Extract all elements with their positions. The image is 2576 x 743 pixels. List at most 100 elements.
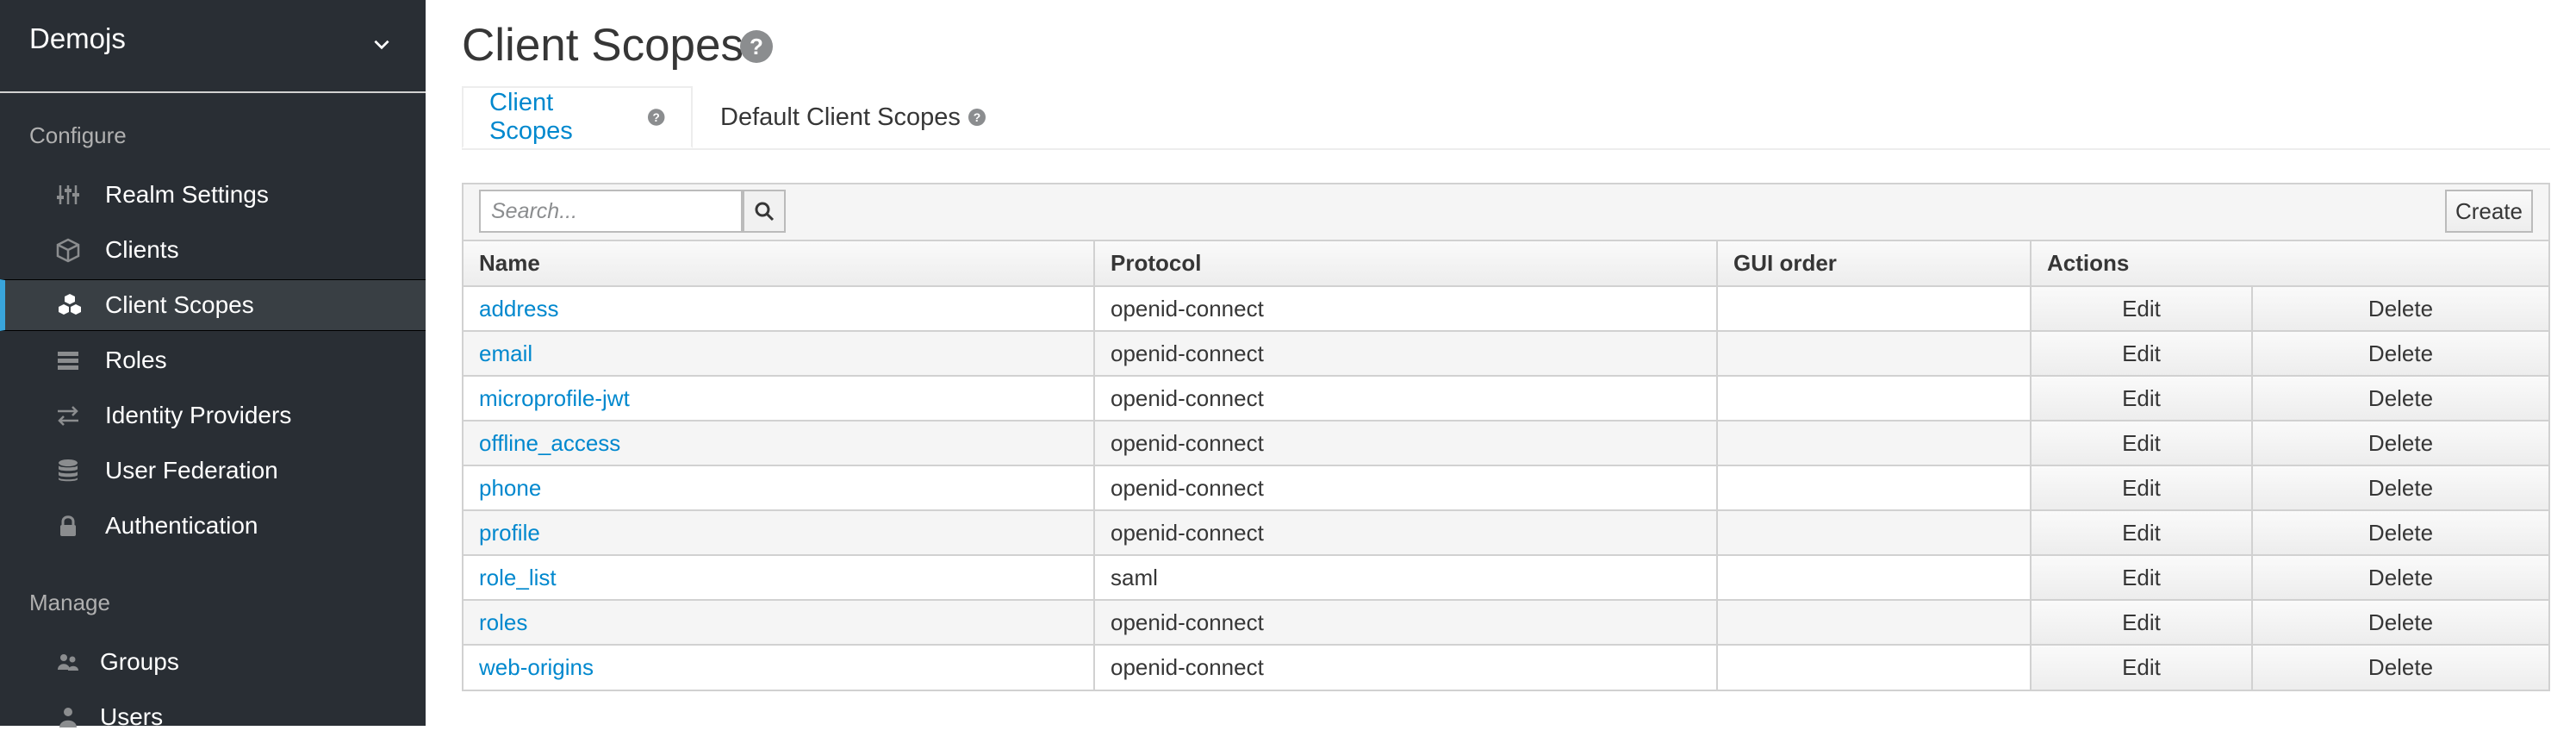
sidebar-item-label: User Federation (105, 457, 278, 484)
gui-order-cell (1716, 330, 2032, 377)
user-icon (59, 708, 77, 727)
tab-default-client-scopes[interactable]: Default Client Scopes ? (694, 86, 1012, 148)
gui-order-cell (1716, 420, 2032, 466)
sidebar-item-label: Realm Settings (105, 181, 269, 208)
edit-button[interactable]: Edit (2030, 465, 2253, 511)
configure-section-title: Configure (29, 122, 127, 148)
protocol-cell: openid-connect (1093, 285, 1718, 332)
sidebar-item-realm-settings[interactable]: Realm Settings (0, 169, 426, 221)
delete-button[interactable]: Delete (2251, 599, 2548, 646)
table-row: email openid-connect Edit Delete (464, 330, 2548, 377)
edit-button[interactable]: Edit (2030, 375, 2253, 421)
edit-button[interactable]: Edit (2030, 420, 2253, 466)
gui-order-cell (1716, 554, 2032, 601)
sidebar-item-identity-providers[interactable]: Identity Providers (0, 390, 426, 441)
edit-button[interactable]: Edit (2030, 644, 2253, 690)
gui-order-cell (1716, 375, 2032, 421)
list-icon (58, 352, 78, 370)
data-table: Name Protocol GUI order Actions address … (464, 241, 2548, 690)
table-row: address openid-connect Edit Delete (464, 285, 2548, 332)
client-scope-link[interactable]: email (479, 340, 532, 366)
gui-order-cell (1716, 644, 2032, 690)
table-row: phone openid-connect Edit Delete (464, 465, 2548, 511)
search-icon (755, 202, 775, 222)
edit-button[interactable]: Edit (2030, 554, 2253, 601)
sidebar-item-authentication[interactable]: Authentication (0, 500, 426, 552)
delete-button[interactable]: Delete (2251, 644, 2548, 690)
client-scope-link[interactable]: role_list (479, 565, 557, 590)
tab-label: Client Scopes (489, 89, 573, 145)
table-row: profile openid-connect Edit Delete (464, 509, 2548, 556)
create-button[interactable]: Create (2444, 190, 2533, 233)
protocol-cell: openid-connect (1093, 509, 1718, 556)
client-scope-link[interactable]: address (479, 296, 559, 322)
sidebar-item-label: Users (100, 703, 164, 730)
table-row: role_list saml Edit Delete (464, 554, 2548, 601)
sidebar-item-label: Roles (105, 347, 167, 373)
delete-button[interactable]: Delete (2251, 465, 2548, 511)
edit-button[interactable]: Edit (2030, 599, 2253, 646)
delete-button[interactable]: Delete (2251, 330, 2548, 377)
client-scope-link[interactable]: web-origins (479, 654, 594, 680)
delete-button[interactable]: Delete (2251, 375, 2548, 421)
chevron-down-icon (374, 40, 389, 50)
sidebar-item-label: Authentication (105, 512, 258, 539)
sidebar-item-label: Identity Providers (105, 402, 292, 428)
sidebar-item-clients[interactable]: Clients (0, 224, 426, 276)
svg-text:?: ? (974, 110, 981, 124)
tab-label: Default Client Scopes (720, 103, 961, 131)
tabs: Client Scopes ? Default Client Scopes ? (462, 86, 2550, 150)
sidebar-item-users[interactable]: Users (0, 691, 426, 743)
manage-section-title: Manage (29, 590, 110, 615)
gui-order-cell (1716, 509, 2032, 556)
delete-button[interactable]: Delete (2251, 285, 2548, 332)
sidebar-item-groups[interactable]: Groups (0, 636, 426, 688)
gui-order-cell (1716, 465, 2032, 511)
client-scopes-table: Create Name Protocol GUI order Actions a… (462, 183, 2550, 691)
search-input[interactable] (479, 190, 743, 233)
svg-text:?: ? (652, 111, 659, 124)
protocol-cell: openid-connect (1093, 420, 1718, 466)
column-header-gui-order[interactable]: GUI order (1716, 241, 2032, 287)
users-icon (58, 654, 78, 671)
gui-order-cell (1716, 599, 2032, 646)
help-icon[interactable]: ? (968, 108, 986, 127)
protocol-cell: saml (1093, 554, 1718, 601)
sidebar-item-label: Client Scopes (105, 291, 254, 318)
page-title: Client Scopes (462, 20, 744, 71)
protocol-cell: openid-connect (1093, 330, 1718, 377)
gui-order-cell (1716, 285, 2032, 332)
sidebar-item-client-scopes[interactable]: Client Scopes (0, 279, 426, 331)
table-row: roles openid-connect Edit Delete (464, 599, 2548, 646)
column-header-protocol[interactable]: Protocol (1093, 241, 1718, 287)
protocol-cell: openid-connect (1093, 644, 1718, 690)
sidebar-item-user-federation[interactable]: User Federation (0, 445, 426, 496)
sidebar-item-roles[interactable]: Roles (0, 334, 426, 386)
sidebar: Demojs Configure Realm Settings Clients … (0, 0, 426, 730)
help-icon[interactable]: ? (647, 108, 665, 127)
delete-button[interactable]: Delete (2251, 554, 2548, 601)
tab-client-scopes[interactable]: Client Scopes ? (462, 86, 693, 148)
client-scope-link[interactable]: roles (479, 609, 527, 635)
lock-icon (60, 515, 76, 536)
client-scope-link[interactable]: profile (479, 520, 540, 546)
edit-button[interactable]: Edit (2030, 509, 2253, 556)
client-scope-link[interactable]: microprofile-jwt (479, 385, 630, 411)
main-content: Client Scopes ? Client Scopes ? Default … (426, 0, 2576, 726)
help-icon[interactable]: ? (739, 29, 774, 64)
client-scope-link[interactable]: phone (479, 475, 541, 501)
realm-selector[interactable]: Demojs (0, 0, 426, 93)
column-header-name[interactable]: Name (464, 241, 1095, 287)
client-scope-link[interactable]: offline_access (479, 430, 620, 456)
cubes-icon (59, 294, 81, 315)
delete-button[interactable]: Delete (2251, 420, 2548, 466)
realm-name: Demojs (29, 22, 126, 54)
search-button[interactable] (743, 190, 786, 233)
header-row: Name Protocol GUI order Actions (464, 241, 2548, 287)
cube-icon (56, 238, 80, 263)
exchange-icon (58, 406, 78, 426)
column-header-actions: Actions (2030, 241, 2548, 287)
delete-button[interactable]: Delete (2251, 509, 2548, 556)
edit-button[interactable]: Edit (2030, 330, 2253, 377)
edit-button[interactable]: Edit (2030, 285, 2253, 332)
